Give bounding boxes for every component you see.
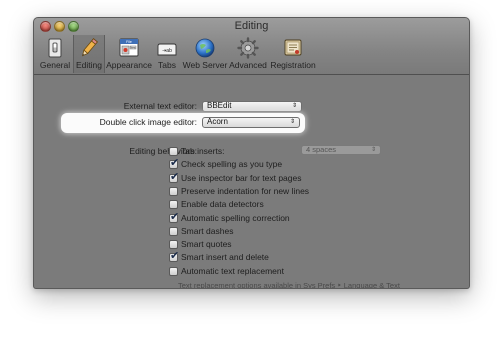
behavior-checkbox[interactable]: [169, 266, 178, 276]
tab-spaces-popup[interactable]: 4 spaces ⇕: [301, 145, 381, 155]
tabs-icon: ⇥ab: [156, 37, 178, 59]
behavior-checkbox-label: Automatic text replacement: [181, 265, 284, 276]
popup-arrows-icon: ⇕: [291, 103, 297, 109]
tab-web-server-label: Web Server: [182, 60, 228, 70]
image-editor-popup[interactable]: Acorn ⇕: [202, 117, 300, 128]
tab-editing[interactable]: Editing: [73, 35, 105, 73]
text-replacement-hint: Text replacement options available in Sy…: [178, 281, 400, 289]
checkmark-icon: ✔: [170, 210, 180, 223]
behavior-checkbox[interactable]: [169, 147, 178, 156]
behavior-checkbox-label: Automatic spelling correction: [181, 212, 290, 223]
screenshot-stage: Editing General Editing File New Appeara…: [0, 0, 500, 337]
behavior-checkbox-label: Check spelling as you type: [181, 159, 283, 170]
behavior-checkbox[interactable]: [169, 200, 178, 210]
registration-icon: [282, 37, 304, 59]
light-switch-icon: [44, 37, 66, 59]
tab-appearance-label: Appearance: [106, 60, 152, 70]
behavior-checkbox[interactable]: [169, 240, 178, 250]
tab-advanced[interactable]: Advanced: [229, 35, 267, 73]
behavior-checkbox[interactable]: [169, 186, 178, 196]
behavior-checkbox[interactable]: ✔: [169, 171, 179, 183]
behavior-checkbox-label: Smart insert and delete: [181, 252, 269, 263]
svg-text:⇥ab: ⇥ab: [162, 48, 172, 54]
tab-registration[interactable]: Registration: [268, 35, 318, 73]
external-editor-value: BBEdit: [207, 101, 232, 110]
tab-tabs-label: Tabs: [158, 60, 176, 70]
image-editor-label: Double click image editor:: [99, 117, 197, 127]
checkmark-icon: ✔: [170, 250, 180, 263]
gear-icon: [237, 37, 259, 59]
svg-text:New: New: [130, 46, 135, 50]
svg-text:File: File: [126, 40, 132, 44]
preferences-toolbar: General Editing File New Appearance ⇥ab …: [34, 35, 469, 73]
image-editor-value: Acorn: [207, 117, 228, 126]
tab-web-server[interactable]: Web Server: [182, 35, 228, 73]
preferences-window: Editing General Editing File New Appeara…: [33, 17, 470, 289]
window-title: Editing: [234, 20, 269, 32]
tab-general[interactable]: General: [38, 35, 72, 73]
editing-behaviors-label: Editing behaviors:: [129, 146, 197, 156]
checkmark-icon: ✔: [170, 170, 180, 183]
popup-arrows-icon: ⇕: [289, 119, 295, 125]
behavior-checkbox[interactable]: ✔: [169, 250, 179, 263]
tab-editing-label: Editing: [76, 60, 102, 70]
behavior-checkbox[interactable]: [169, 226, 178, 236]
appearance-icon: File New: [118, 37, 140, 59]
behavior-checkbox[interactable]: ✔: [169, 157, 179, 170]
behavior-checkbox-label: Enable data detectors: [181, 199, 264, 210]
tab-appearance[interactable]: File New Appearance: [106, 35, 152, 73]
external-editor-label: External text editor:: [123, 101, 197, 111]
tab-general-label: General: [39, 60, 71, 70]
external-editor-popup[interactable]: BBEdit ⇕: [202, 101, 302, 112]
behavior-checkbox[interactable]: ✔: [169, 211, 179, 223]
tab-registration-label: Registration: [270, 60, 316, 70]
tab-spaces-value: 4 spaces: [306, 145, 337, 154]
tab-advanced-label: Advanced: [229, 60, 267, 70]
behavior-checkbox-label: Use inspector bar for text pages: [181, 172, 302, 183]
behavior-checkbox-label: Smart dashes: [181, 225, 234, 236]
checkmark-icon: ✔: [170, 157, 180, 170]
tab-tabs[interactable]: ⇥ab Tabs: [153, 35, 181, 73]
pencil-icon: [78, 37, 100, 59]
behavior-checkbox-label: Preserve indentation for new lines: [181, 185, 310, 196]
editing-pane: External text editor: BBEdit ⇕ Double cl…: [34, 75, 469, 288]
popup-arrows-icon: ⇕: [370, 147, 376, 153]
behavior-checkbox-label: Tab inserts:: [181, 146, 225, 156]
globe-icon: [194, 37, 216, 59]
behavior-checkbox-label: Smart quotes: [181, 239, 232, 250]
